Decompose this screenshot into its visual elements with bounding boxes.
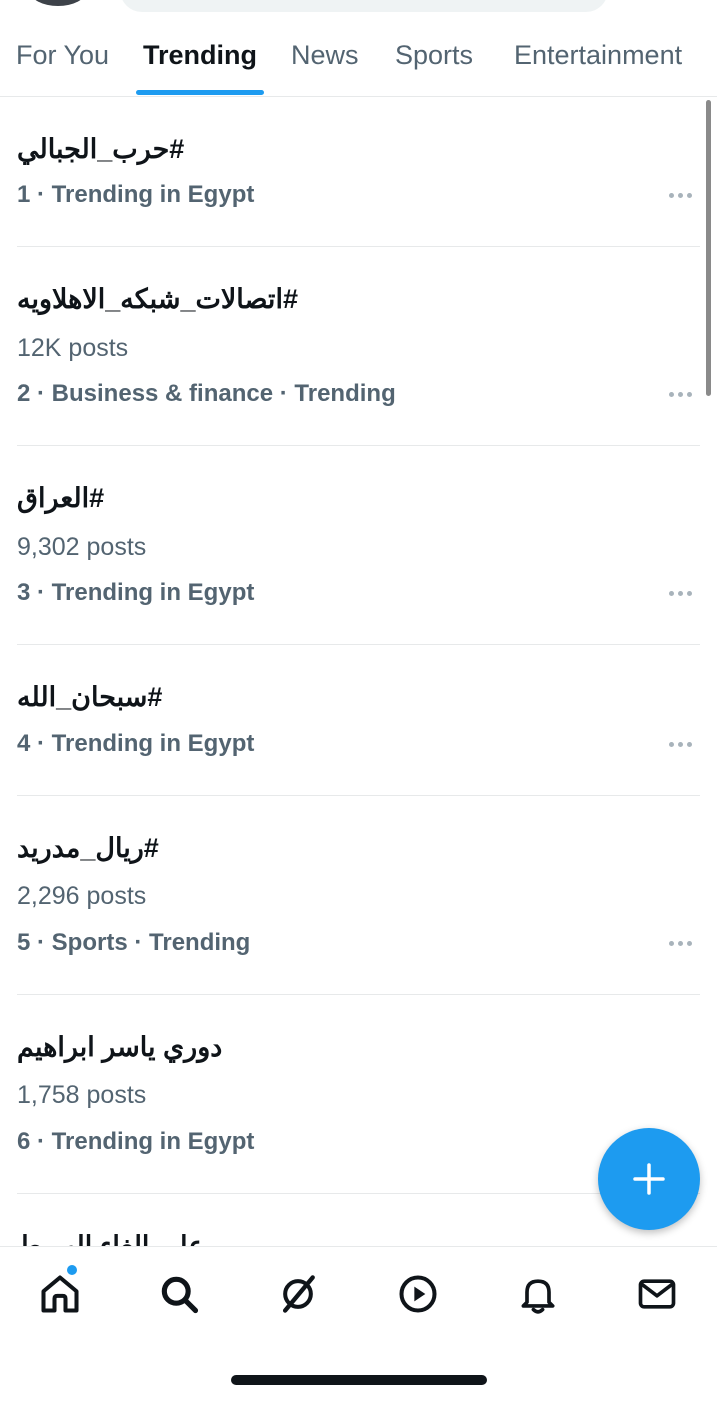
search-bar[interactable] (120, 0, 608, 12)
tab-trending[interactable]: Trending (143, 40, 257, 71)
trend-name: دوري ياسر ابراهيم (17, 1032, 223, 1062)
trend-meta: 4 · Trending in Egypt (17, 730, 255, 757)
trends-list: #حرب_الجبالي 1 · Trending in Egypt #اتصا… (0, 97, 717, 1247)
top-header (0, 0, 717, 14)
nav-home[interactable] (35, 1263, 85, 1319)
explore-tabs: For You Trending News Sports Entertainme… (0, 24, 717, 97)
trend-item[interactable]: #اتصالات_شبكه_الاهلاويه 12K posts 2 · Bu… (17, 247, 700, 446)
more-options-button[interactable] (660, 183, 700, 207)
tab-sports[interactable]: Sports (395, 40, 473, 71)
trend-name: علي الغاء الهبوط (17, 1231, 205, 1247)
trend-meta: 1 · Trending in Egypt (17, 181, 255, 208)
nav-video[interactable] (393, 1269, 443, 1319)
nav-grok[interactable] (273, 1269, 323, 1319)
home-indicator (231, 1375, 487, 1385)
trend-item[interactable]: #ريال_مدريد 2,296 posts 5 · Sports · Tre… (17, 796, 700, 995)
trend-post-count: 12K posts (17, 334, 129, 362)
tab-news[interactable]: News (291, 40, 359, 71)
trend-item[interactable]: #سبحان_الله 4 · Trending in Egypt (17, 645, 700, 796)
tab-for-you[interactable]: For You (16, 40, 109, 71)
notification-dot (65, 1263, 79, 1277)
trend-meta: 2 · Business & finance · Trending (17, 380, 396, 407)
more-options-button[interactable] (660, 581, 700, 605)
trend-post-count: 9,302 posts (17, 533, 147, 561)
search-icon (161, 1276, 199, 1314)
trend-item[interactable]: دوري ياسر ابراهيم 1,758 posts 6 · Trendi… (17, 995, 700, 1194)
trend-meta: 6 · Trending in Egypt (17, 1128, 255, 1155)
notifications-icon (521, 1279, 555, 1314)
trend-item[interactable]: #حرب_الجبالي 1 · Trending in Egypt (17, 97, 700, 247)
active-tab-indicator (136, 90, 264, 95)
tab-entertainment[interactable]: Entertainment (514, 40, 682, 71)
bottom-navigation (0, 1246, 717, 1401)
trend-meta: 5 · Sports · Trending (17, 929, 251, 956)
compose-post-button[interactable] (598, 1128, 700, 1230)
trend-name: #حرب_الجبالي (17, 134, 185, 164)
trend-meta: 3 · Trending in Egypt (17, 579, 255, 606)
trend-name: #ريال_مدريد (17, 833, 159, 863)
trend-item[interactable]: علي الغاء الهبوط (17, 1194, 700, 1247)
plus-icon (633, 1163, 665, 1195)
trend-name: #العراق (17, 483, 105, 513)
trend-post-count: 2,296 posts (17, 882, 147, 910)
nav-search[interactable] (154, 1269, 204, 1319)
messages-icon (638, 1279, 676, 1309)
grok-icon (282, 1275, 315, 1313)
nav-messages[interactable] (632, 1269, 682, 1319)
video-icon (399, 1275, 437, 1313)
trend-name: #سبحان_الله (17, 682, 163, 712)
profile-avatar[interactable] (30, 0, 86, 6)
more-options-button[interactable] (660, 732, 700, 756)
trend-name: #اتصالات_شبكه_الاهلاويه (17, 284, 298, 314)
scrollbar[interactable] (706, 100, 711, 396)
nav-notifications[interactable] (513, 1269, 563, 1319)
home-icon (41, 1275, 79, 1313)
trend-post-count: 1,758 posts (17, 1081, 147, 1109)
trend-item[interactable]: #العراق 9,302 posts 3 · Trending in Egyp… (17, 446, 700, 645)
more-options-button[interactable] (660, 382, 700, 406)
more-options-button[interactable] (660, 931, 700, 955)
